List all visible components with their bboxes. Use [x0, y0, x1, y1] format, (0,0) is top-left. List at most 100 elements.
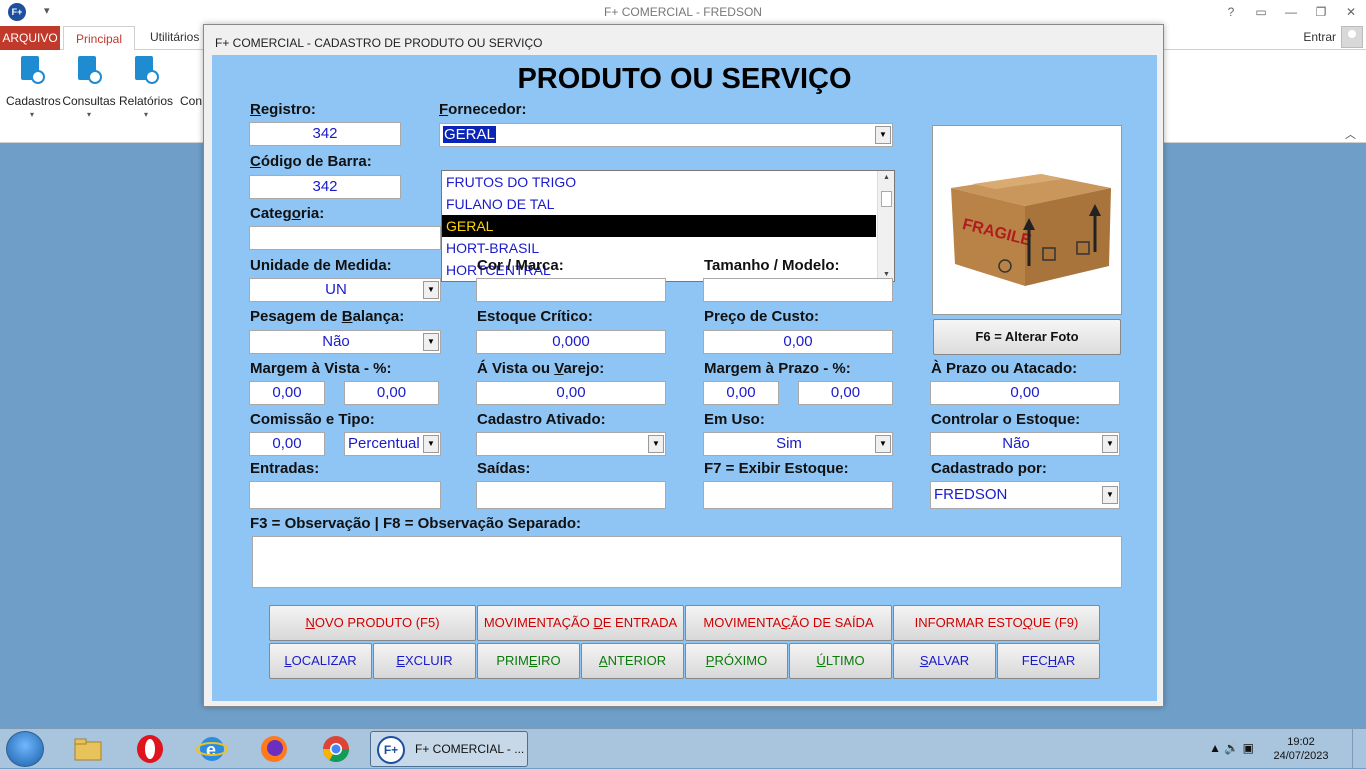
anterior-button[interactable]: ANTERIOR	[581, 643, 684, 679]
tamanho-modelo-field[interactable]	[703, 278, 893, 302]
chevron-down-icon[interactable]: ▼	[423, 333, 439, 351]
movimentacao-saida-button[interactable]: MOVIMENTAÇÃO DE SAÍDA	[685, 605, 892, 641]
vista-varejo-field[interactable]: 0,00	[476, 381, 666, 405]
comissao-tipo-combobox[interactable]: Percentual ▼	[344, 432, 441, 456]
scroll-up-icon[interactable]: ▲	[878, 174, 895, 181]
con-button[interactable]: Con	[180, 56, 204, 108]
firefox-icon[interactable]	[258, 733, 290, 765]
minimize-icon[interactable]: —	[1276, 0, 1306, 24]
cadastrado-por-label: Cadastrado por:	[931, 460, 1047, 477]
localizar-label: OCALIZAR	[291, 653, 357, 668]
chrome-icon[interactable]	[320, 733, 352, 765]
controlar-estoque-label: Controlar o Estoque:	[931, 411, 1081, 428]
fornecedor-combobox[interactable]: GERAL ▼	[439, 123, 893, 147]
file-explorer-icon[interactable]	[72, 733, 104, 765]
chevron-down-icon[interactable]: ▼	[423, 281, 439, 299]
clock-date: 24/07/2023	[1273, 750, 1329, 762]
dropdown-option[interactable]: HORT-BRASIL	[442, 237, 876, 259]
collapse-ribbon-icon[interactable]: ︿	[1345, 126, 1356, 142]
restore-icon[interactable]: ❐	[1306, 0, 1336, 24]
ultimo-button[interactable]: ÚLTIMO	[789, 643, 892, 679]
codigo-barra-field[interactable]: 342	[249, 175, 401, 199]
pesagem-balanca-value: Não	[322, 333, 350, 350]
cadastrado-por-combobox[interactable]: FREDSON ▼	[930, 481, 1120, 509]
chevron-down-icon[interactable]: ▼	[1102, 486, 1118, 504]
margem-vista-field[interactable]: 0,00	[249, 381, 325, 405]
entradas-field[interactable]	[249, 481, 441, 509]
clock[interactable]: 19:02 24/07/2023	[1266, 735, 1336, 763]
chevron-down-icon[interactable]: ▼	[648, 435, 664, 453]
localizar-button[interactable]: LOCALIZAR	[269, 643, 372, 679]
margem-prazo-valor-field[interactable]: 0,00	[798, 381, 893, 405]
taskbar-active-window[interactable]: F+ F+ COMERCIAL - ...	[370, 731, 528, 767]
scroll-thumb[interactable]	[881, 191, 892, 207]
codigo-barra-label: Código de Barra:	[250, 153, 372, 170]
clock-time: 19:02	[1287, 736, 1315, 748]
product-dialog: F+ COMERCIAL - CADASTRO DE PRODUTO OU SE…	[203, 24, 1164, 707]
start-button-icon[interactable]	[6, 731, 44, 767]
close-icon[interactable]: ✕	[1336, 0, 1366, 24]
app-logo-icon: F+	[377, 736, 405, 764]
chevron-down-icon[interactable]: ▼	[875, 126, 891, 144]
cadastro-ativado-combobox[interactable]: ▼	[476, 432, 666, 456]
dropdown-option[interactable]: FULANO DE TAL	[442, 193, 876, 215]
salvar-button[interactable]: SALVAR	[893, 643, 996, 679]
network-icon[interactable]: ▣	[1243, 741, 1254, 755]
unidade-medida-combobox[interactable]: UN ▼	[249, 278, 441, 302]
proximo-button[interactable]: PRÓXIMO	[685, 643, 788, 679]
fechar-button[interactable]: FECHAR	[997, 643, 1100, 679]
margem-prazo-label: Margem à Prazo - %:	[704, 360, 851, 377]
saidas-label: Saídas:	[477, 460, 531, 477]
ribbon-options-icon[interactable]: ▭	[1246, 0, 1276, 24]
fornecedor-label: Fornecedor:	[439, 101, 527, 118]
margem-vista-valor-field[interactable]: 0,00	[344, 381, 439, 405]
em-uso-combobox[interactable]: Sim ▼	[703, 432, 893, 456]
cadastrado-por-value: FREDSON	[934, 486, 1008, 503]
cor-marca-field[interactable]	[476, 278, 666, 302]
help-icon[interactable]: ?	[1216, 0, 1246, 24]
observacao-textarea[interactable]	[252, 536, 1122, 588]
prazo-atacado-field[interactable]: 0,00	[930, 381, 1120, 405]
categoria-label: Categoria:	[250, 205, 325, 222]
categoria-field[interactable]	[249, 226, 441, 250]
dropdown-option[interactable]: GERAL	[442, 215, 876, 237]
volume-icon[interactable]: 🔊	[1224, 741, 1239, 755]
dropdown-option[interactable]: FRUTOS DO TRIGO	[442, 171, 876, 193]
comissao-field[interactable]: 0,00	[249, 432, 325, 456]
user-avatar-icon[interactable]	[1341, 26, 1363, 48]
show-hidden-icons-icon[interactable]: ▲	[1209, 741, 1221, 755]
informar-estoque-button[interactable]: INFORMAR ESTOQUE (F9)	[893, 605, 1100, 641]
dropdown-scrollbar[interactable]: ▲ ▼	[877, 171, 894, 281]
tab-principal[interactable]: Principal	[63, 26, 135, 51]
relatorios-icon	[131, 56, 161, 88]
tab-arquivo[interactable]: ARQUIVO	[0, 26, 60, 50]
chevron-down-icon[interactable]: ▼	[1102, 435, 1118, 453]
margem-prazo-field[interactable]: 0,00	[703, 381, 779, 405]
cadastros-button[interactable]: Cadastros ▾	[6, 56, 61, 119]
excluir-button[interactable]: EXCLUIR	[373, 643, 476, 679]
em-uso-label: Em Uso:	[704, 411, 765, 428]
relatorios-button[interactable]: Relatórios ▾	[119, 56, 173, 119]
estoque-critico-field[interactable]: 0,000	[476, 330, 666, 354]
alterar-foto-button[interactable]: F6 = Alterar Foto	[933, 319, 1121, 355]
saidas-field[interactable]	[476, 481, 666, 509]
primeiro-button[interactable]: PRIMEIRO	[477, 643, 580, 679]
chevron-down-icon[interactable]: ▼	[423, 435, 439, 453]
tab-utilitarios[interactable]: Utilitários	[150, 30, 199, 44]
registro-field[interactable]: 342	[249, 122, 401, 146]
controlar-estoque-combobox[interactable]: Não ▼	[930, 432, 1120, 456]
show-desktop-button[interactable]	[1352, 729, 1366, 769]
scroll-down-icon[interactable]: ▼	[878, 271, 895, 278]
product-box-icon: FRAGILE	[951, 174, 1111, 286]
prazo-atacado-label: À Prazo ou Atacado:	[931, 360, 1078, 377]
preco-custo-field[interactable]: 0,00	[703, 330, 893, 354]
chevron-down-icon[interactable]: ▼	[875, 435, 891, 453]
sign-in-link[interactable]: Entrar	[1303, 30, 1336, 44]
exibir-estoque-field[interactable]	[703, 481, 893, 509]
novo-produto-button[interactable]: NOVO PRODUTO (F5)	[269, 605, 476, 641]
pesagem-balanca-combobox[interactable]: Não ▼	[249, 330, 441, 354]
internet-explorer-icon[interactable]: e	[196, 733, 228, 765]
movimentacao-entrada-button[interactable]: MOVIMENTAÇÃO DE ENTRADA	[477, 605, 684, 641]
opera-icon[interactable]	[134, 733, 166, 765]
consultas-button[interactable]: Consultas ▾	[62, 56, 116, 119]
